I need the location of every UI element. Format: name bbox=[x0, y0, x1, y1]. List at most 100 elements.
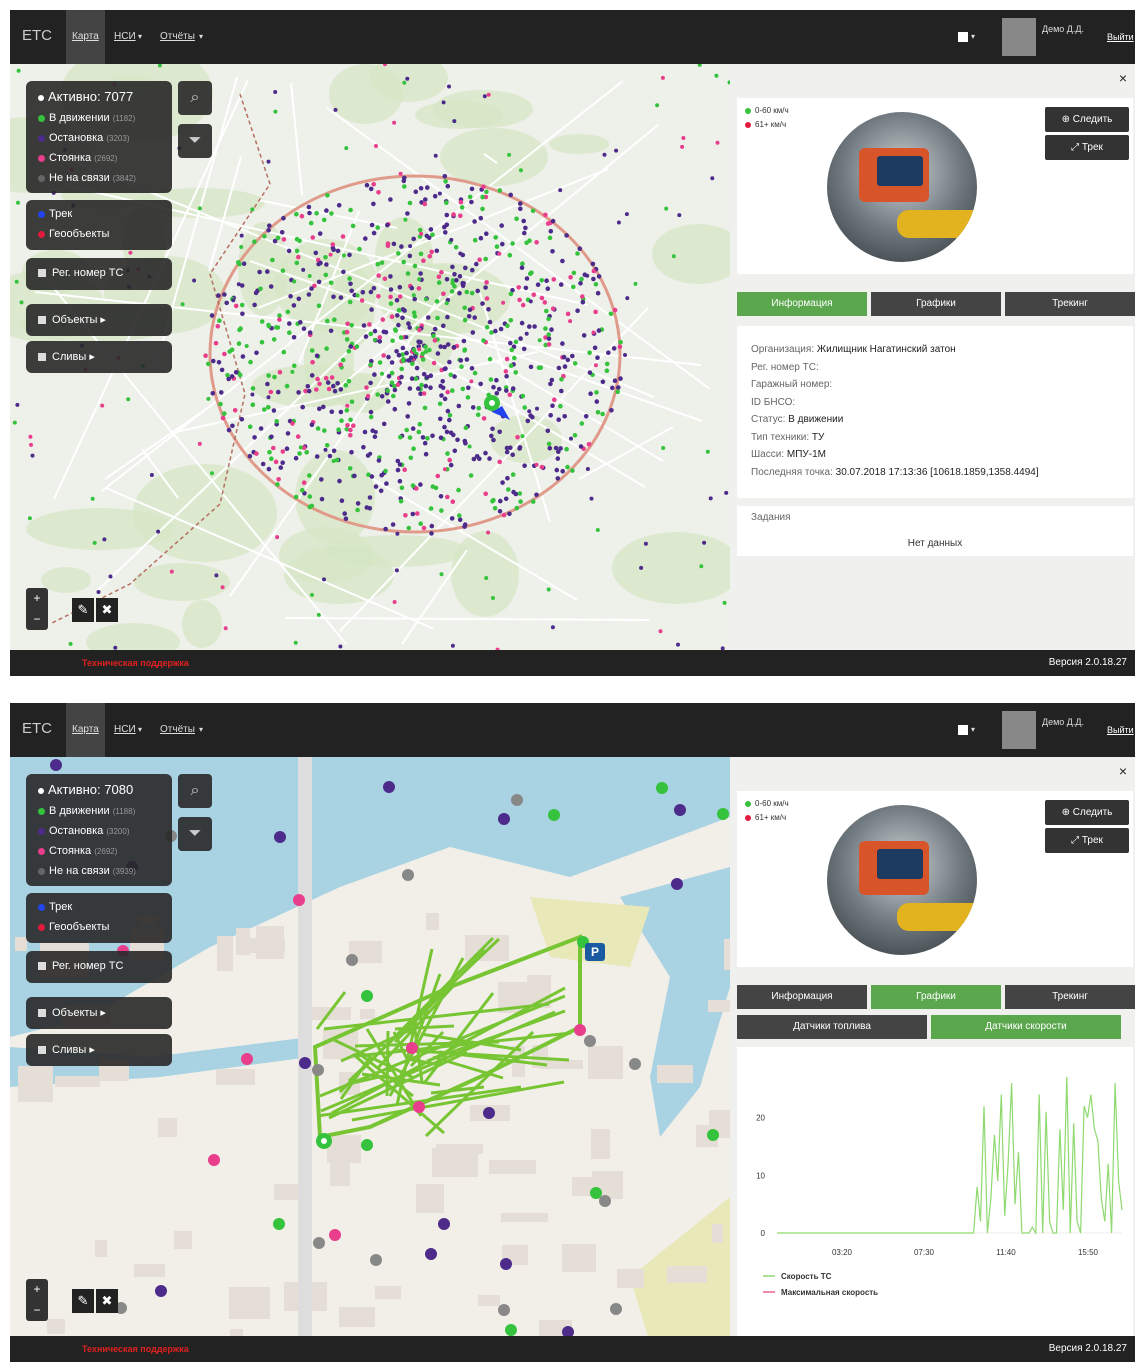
search-button[interactable]: ⌕ bbox=[178, 81, 212, 115]
status-filter-item[interactable]: Стоянка (2692) bbox=[38, 152, 117, 164]
footer-bar: Техническая поддержка Версия 2.0.18.27 bbox=[10, 1336, 1135, 1362]
active-count-label: Активно: 7077 bbox=[48, 89, 134, 104]
nav-map[interactable]: Карта bbox=[66, 10, 105, 64]
screenshot-vehicle-speed-chart: ЕТС Карта НСИ ▾ Отчёты ▾ ▾ Демо Д.Д. Выйти P Актив… bbox=[10, 703, 1135, 1362]
status-label: Стоянка bbox=[49, 845, 92, 857]
filter-button[interactable]: ⏷ bbox=[178, 817, 212, 851]
active-count-item[interactable]: Активно: 7080 bbox=[38, 782, 133, 797]
map-area[interactable]: Активно: 7077 В движении (1182) Остановка … bbox=[10, 64, 730, 650]
speed-chart: 0 10 20 03:20 07:30 11:40 15:50 Скорость ТС Макс… bbox=[756, 1077, 1123, 1297]
status-dot-icon bbox=[38, 847, 45, 855]
layer-label: Геообъекты bbox=[49, 921, 110, 933]
tab-charts[interactable]: Графики bbox=[871, 292, 1001, 316]
draw-button[interactable]: ✎ bbox=[72, 598, 94, 622]
status-filter-item[interactable]: В движении (1188) bbox=[38, 805, 135, 817]
info-value: ТУ bbox=[811, 431, 825, 443]
reg-number-filter[interactable]: Рег. номер ТС bbox=[26, 258, 172, 290]
legend-label[interactable]: Максимальная скорость bbox=[781, 1288, 878, 1297]
vehicle-info-sidebar: × 0-60 км/ч 61+ км/ч ⊕ Следить ⤢ Трек Информа… bbox=[730, 64, 1135, 650]
zoom-out-button[interactable]: − bbox=[26, 1300, 48, 1321]
tab-information[interactable]: Информация bbox=[737, 985, 867, 1009]
chevron-down-icon: ▾ bbox=[199, 32, 204, 41]
legend-label[interactable]: Скорость ТС bbox=[781, 1272, 832, 1281]
subtab-fuel-sensors[interactable]: Датчики топлива bbox=[737, 1015, 927, 1039]
status-filter-item[interactable]: Остановка (3203) bbox=[38, 132, 129, 144]
objects-menu[interactable]: Объекты ▸ bbox=[26, 997, 172, 1029]
track-button[interactable]: ⤢ Трек bbox=[1045, 135, 1129, 160]
draw-button[interactable]: ✎ bbox=[72, 1289, 94, 1313]
chevron-down-icon: ▾ bbox=[971, 725, 976, 734]
logout-link[interactable]: Выйти bbox=[1107, 32, 1134, 42]
checkbox-icon bbox=[38, 269, 46, 278]
reg-number-filter-label-row: Рег. номер ТС bbox=[38, 960, 123, 972]
layer-toggle-item[interactable]: Геообъекты bbox=[38, 921, 109, 933]
status-count: (2692) bbox=[94, 154, 118, 163]
close-icon[interactable]: × bbox=[1119, 70, 1127, 86]
track-button[interactable]: ⤢ Трек bbox=[1045, 828, 1129, 853]
nav-map[interactable]: Карта bbox=[66, 703, 105, 757]
drains-menu[interactable]: Сливы ▸ bbox=[26, 341, 172, 373]
nav-reports[interactable]: Отчёты bbox=[154, 703, 201, 757]
follow-button[interactable]: ⊕ Следить bbox=[1045, 107, 1129, 132]
drains-menu-label: Сливы ▸ bbox=[52, 1044, 95, 1056]
notifications-icon[interactable] bbox=[958, 32, 968, 42]
vehicle-details-card: Организация: Жилищник Нагатинский затон Р… bbox=[737, 326, 1133, 498]
status-filter-item[interactable]: Остановка (3200) bbox=[38, 825, 129, 837]
layer-toggle-item[interactable]: Трек bbox=[38, 208, 72, 220]
search-button[interactable]: ⌕ bbox=[178, 774, 212, 808]
expand-icon: ⤢ bbox=[1071, 142, 1082, 153]
status-count: (1188) bbox=[112, 807, 136, 816]
nav-nsi[interactable]: НСИ bbox=[108, 10, 142, 64]
nav-nsi[interactable]: НСИ bbox=[108, 703, 142, 757]
user-name[interactable]: Демо Д.Д. bbox=[1042, 717, 1084, 727]
user-avatar[interactable] bbox=[1002, 18, 1036, 56]
status-filter-item[interactable]: Не на связи (3842) bbox=[38, 172, 136, 184]
reg-number-filter[interactable]: Рег. номер ТС bbox=[26, 951, 172, 983]
notifications-icon[interactable] bbox=[958, 725, 968, 735]
info-row: Статус: В движении bbox=[751, 414, 843, 425]
brand-logo[interactable]: ЕТС bbox=[22, 27, 52, 44]
tab-charts[interactable]: Графики bbox=[871, 985, 1001, 1009]
screenshot-map-overview: ЕТС Карта НСИ ▾ Отчёты ▾ ▾ Демо Д.Д. Выйти Активн… bbox=[10, 10, 1135, 676]
status-dot-icon bbox=[38, 867, 45, 875]
active-count-label: Активно: 7080 bbox=[48, 782, 134, 797]
follow-button[interactable]: ⊕ Следить bbox=[1045, 800, 1129, 825]
brand-logo[interactable]: ЕТС bbox=[22, 720, 52, 737]
layer-toggle-item[interactable]: Трек bbox=[38, 901, 72, 913]
status-dot-icon bbox=[38, 807, 45, 815]
track-label: Трек bbox=[1081, 142, 1103, 153]
status-count: (2692) bbox=[94, 847, 118, 856]
objects-menu[interactable]: Объекты ▸ bbox=[26, 304, 172, 336]
logout-link[interactable]: Выйти bbox=[1107, 725, 1134, 735]
y-tick-label: 20 bbox=[756, 1114, 765, 1123]
layer-toggle-item[interactable]: Геообъекты bbox=[38, 228, 109, 240]
tab-information[interactable]: Информация bbox=[737, 292, 867, 316]
tab-tracking[interactable]: Трекинг bbox=[1005, 985, 1135, 1009]
top-navigation-bar: ЕТС Карта НСИ ▾ Отчёты ▾ ▾ Демо Д.Д. Выйти bbox=[10, 703, 1135, 757]
status-filter-item[interactable]: В движении (1182) bbox=[38, 112, 135, 124]
status-count: (3842) bbox=[112, 174, 136, 183]
technical-support-link[interactable]: Техническая поддержка bbox=[82, 1344, 189, 1354]
active-count-item[interactable]: Активно: 7077 bbox=[38, 89, 133, 104]
status-count: (3939) bbox=[112, 867, 136, 876]
user-name[interactable]: Демо Д.Д. bbox=[1042, 24, 1084, 34]
user-avatar[interactable] bbox=[1002, 711, 1036, 749]
parking-marker[interactable]: P bbox=[585, 945, 605, 959]
clear-drawing-button[interactable]: ✖ bbox=[96, 1289, 118, 1313]
technical-support-link[interactable]: Техническая поддержка bbox=[82, 658, 189, 668]
status-label: Не на связи bbox=[49, 172, 110, 184]
zoom-in-button[interactable]: + bbox=[26, 588, 48, 609]
status-filter-item[interactable]: Не на связи (3939) bbox=[38, 865, 136, 877]
map-area[interactable]: P Активно: 7080 В движении (1188) Остановка… bbox=[10, 757, 730, 1343]
tab-tracking[interactable]: Трекинг bbox=[1005, 292, 1135, 316]
filter-button[interactable]: ⏷ bbox=[178, 124, 212, 158]
subtab-speed-sensors[interactable]: Датчики скорости bbox=[931, 1015, 1121, 1039]
drains-menu[interactable]: Сливы ▸ bbox=[26, 1034, 172, 1066]
zoom-out-button[interactable]: − bbox=[26, 609, 48, 630]
clear-drawing-button[interactable]: ✖ bbox=[96, 598, 118, 622]
layer-dot-icon bbox=[38, 210, 45, 218]
status-filter-item[interactable]: Стоянка (2692) bbox=[38, 845, 117, 857]
close-icon[interactable]: × bbox=[1119, 763, 1127, 779]
zoom-in-button[interactable]: + bbox=[26, 1279, 48, 1300]
nav-reports[interactable]: Отчёты bbox=[154, 10, 201, 64]
